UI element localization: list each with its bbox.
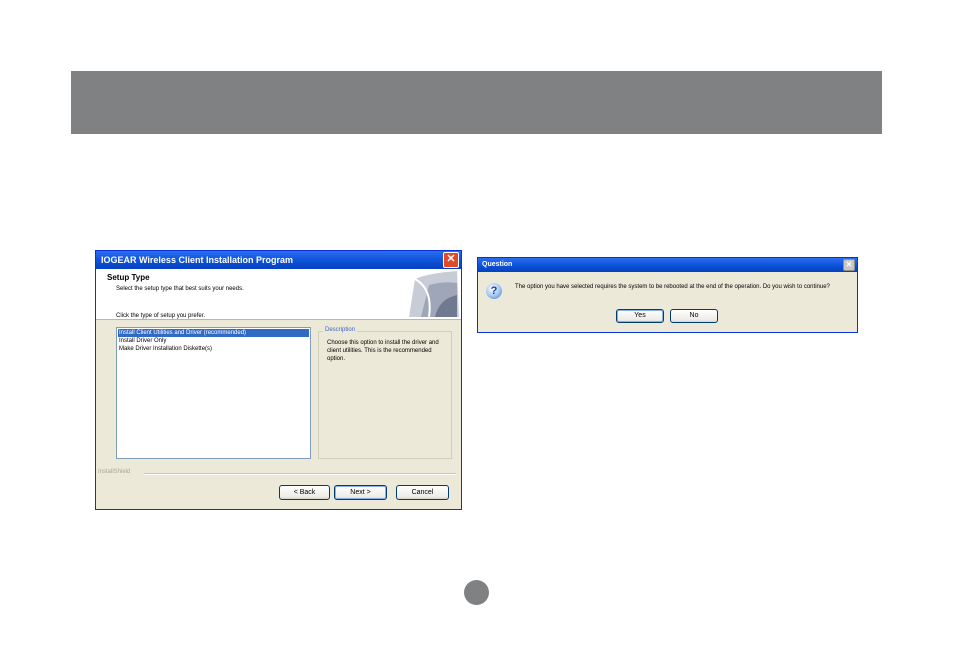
installshield-brand: InstallShield (98, 469, 131, 475)
question-title: Question (482, 261, 513, 268)
setup-type-heading: Setup Type (107, 273, 150, 282)
description-groupbox: Description Choose this option to instal… (318, 327, 452, 459)
cancel-button[interactable]: Cancel (396, 485, 449, 500)
question-close-icon[interactable]: ✕ (843, 259, 855, 271)
setup-prompt: Click the type of setup you prefer. (116, 313, 206, 319)
no-button[interactable]: No (670, 309, 718, 323)
installer-titlebar[interactable]: IOGEAR Wireless Client Installation Prog… (96, 251, 461, 269)
page-number-marker (464, 580, 489, 605)
installer-banner-art-icon (409, 271, 459, 317)
yes-button[interactable]: Yes (616, 309, 664, 323)
page-header-bar (71, 71, 882, 134)
setup-type-listbox[interactable]: Install Client Utilities and Driver (rec… (116, 327, 311, 459)
description-text: Choose this option to install the driver… (327, 340, 439, 362)
question-icon: ? (486, 283, 502, 299)
setup-type-subheading: Select the setup type that best suits yo… (116, 286, 244, 292)
installer-close-icon[interactable]: ✕ (443, 252, 459, 268)
installer-title: IOGEAR Wireless Client Installation Prog… (101, 255, 293, 265)
setup-option-make-diskettes[interactable]: Make Driver Installation Diskette(s) (118, 345, 309, 353)
installer-window: IOGEAR Wireless Client Installation Prog… (95, 250, 462, 510)
setup-option-client-and-driver[interactable]: Install Client Utilities and Driver (rec… (118, 329, 309, 337)
question-titlebar[interactable]: Question ✕ (478, 258, 857, 272)
next-button[interactable]: Next > (334, 485, 387, 500)
question-dialog: Question ✕ ? The option you have selecte… (477, 257, 858, 333)
back-button[interactable]: < Back (279, 485, 330, 500)
question-message: The option you have selected requires th… (515, 284, 830, 290)
footer-divider (144, 473, 456, 475)
description-label: Description (323, 327, 358, 333)
setup-option-driver-only[interactable]: Install Driver Only (118, 337, 309, 345)
